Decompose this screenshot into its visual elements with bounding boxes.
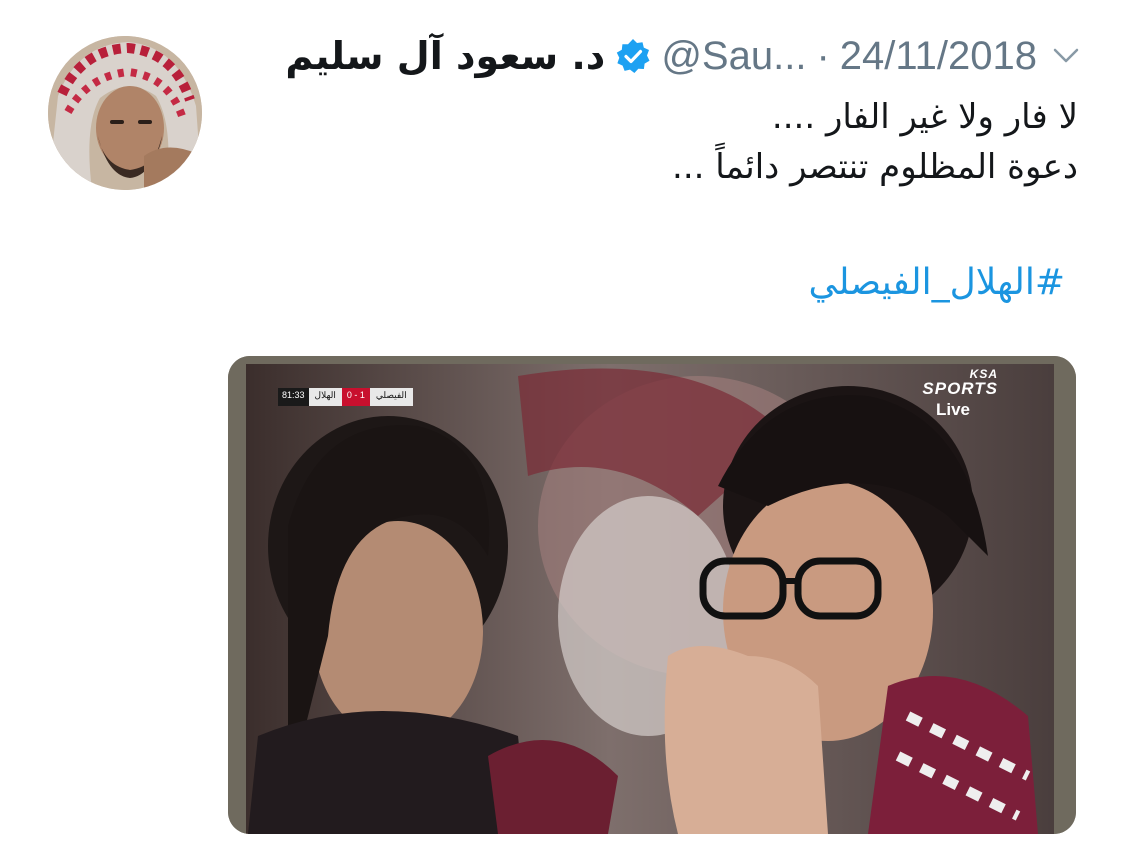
hashtag-link[interactable]: #الهلال_الفيصلي xyxy=(808,262,1065,303)
verified-badge-icon xyxy=(615,37,653,75)
tweet-header: @Sau... · 24/11/2018 د. سعود آل سليم xyxy=(228,28,1083,84)
tweet-media-photo[interactable]: 81:33 الهلال 0 - 1 الفيصلي KSA SPORTS Li… xyxy=(228,356,1076,834)
tweet-body: لا فار ولا غير الفار .... دعوة المظلوم ت… xyxy=(238,92,1078,192)
author-display-name[interactable]: د. سعود آل سليم xyxy=(285,34,605,78)
tweet-text-line: لا فار ولا غير الفار .... xyxy=(771,97,1078,137)
author-handle[interactable]: @Sau... xyxy=(661,34,806,78)
score-overlay: 81:33 الهلال 0 - 1 الفيصلي xyxy=(278,388,413,406)
broadcaster-logo: KSA SPORTS Live xyxy=(922,368,998,418)
match-clock: 81:33 xyxy=(278,388,309,406)
tweet-meta: @Sau... · 24/11/2018 xyxy=(661,34,1037,79)
avatar-image xyxy=(48,36,202,190)
avatar[interactable] xyxy=(48,36,202,190)
tv-screen-photo xyxy=(228,356,1076,834)
match-score: 0 - 1 xyxy=(341,388,370,406)
meta-separator: · xyxy=(816,33,830,78)
tweet-view: @Sau... · 24/11/2018 د. سعود آل سليم لا فا… xyxy=(0,0,1125,867)
tweet-date[interactable]: 24/11/2018 xyxy=(840,34,1037,78)
team-name-left: الهلال xyxy=(308,388,342,406)
team-name-right: الفيصلي xyxy=(369,388,413,406)
chevron-down-icon[interactable] xyxy=(1049,39,1083,73)
tweet-text-line: دعوة المظلوم تنتصر دائماً ... xyxy=(672,147,1078,187)
broadcaster-logo-main: SPORTS xyxy=(922,379,998,398)
live-label: Live xyxy=(935,400,970,419)
